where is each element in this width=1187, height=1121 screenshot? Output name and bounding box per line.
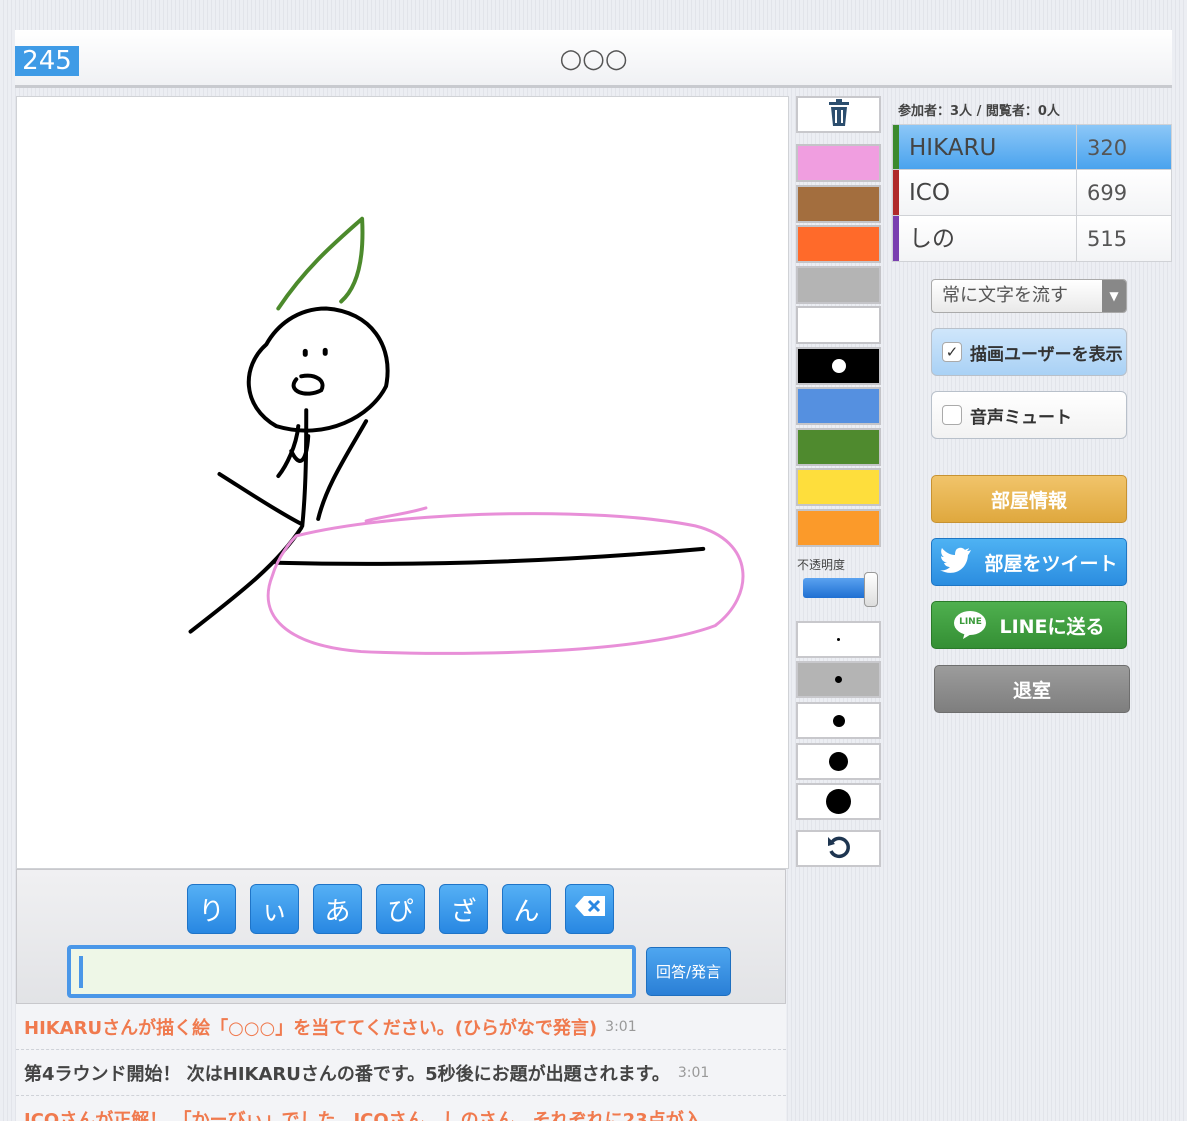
- mute-label: 音声ミュート: [970, 407, 1072, 428]
- scroll-mode-value: 常に文字を流す: [942, 285, 1068, 306]
- green-stroke: [276, 216, 365, 311]
- player-row: HIKARU 320: [892, 124, 1172, 170]
- color-swatch[interactable]: [796, 266, 881, 304]
- chat-message: ICOさんが正解！ 「かーびぃ」でした。ICOさん、しのさん、それぞれに23点が…: [16, 1096, 786, 1121]
- chat-time: 3:01: [677, 1064, 710, 1081]
- kana-key[interactable]: あ: [313, 884, 362, 934]
- pink-oval: [266, 506, 745, 655]
- topic-title: ○○○: [559, 44, 628, 74]
- backspace-button[interactable]: [565, 884, 614, 934]
- checkbox-icon: [942, 405, 962, 425]
- line-button[interactable]: LINE LINEに送る: [931, 601, 1127, 649]
- leg-stroke: [188, 525, 304, 634]
- answer-input[interactable]: [67, 945, 636, 998]
- room-info-label: 部屋情報: [990, 489, 1067, 512]
- selected-indicator-icon: [831, 359, 846, 373]
- line-label: LINEに送る: [999, 615, 1105, 638]
- line-logo-text: LINE: [959, 617, 982, 627]
- submit-button[interactable]: 回答/発言: [646, 947, 731, 996]
- chat-message: HIKARUさんが描く絵「○○○」を当ててください。(ひらがなで発言) 3:01: [16, 1004, 786, 1050]
- player-list: HIKARU 320 ICO 699 しの 515: [892, 124, 1172, 262]
- dot-icon: [835, 676, 842, 683]
- checkbox-checked-icon: ✓: [942, 342, 962, 362]
- player-name: しの: [899, 216, 1077, 261]
- leave-button[interactable]: 退室: [934, 665, 1130, 713]
- chat-time: 3:01: [605, 1018, 637, 1035]
- player-name: ICO: [899, 170, 1077, 215]
- player-name: HIKARU: [899, 125, 1077, 169]
- player-row: しの 515: [892, 216, 1172, 262]
- color-swatch[interactable]: [796, 428, 881, 466]
- tweet-button[interactable]: 部屋をツイート: [931, 538, 1127, 586]
- opacity-slider[interactable]: [803, 578, 873, 598]
- mouth-stroke: [291, 373, 325, 396]
- color-swatch[interactable]: [796, 144, 881, 182]
- chat-message: 第4ラウンド開始！ 次はHIKARUさんの番です。5秒後にお題が出題されます。 3…: [16, 1050, 786, 1096]
- room-info-button[interactable]: 部屋情報: [931, 475, 1127, 523]
- opacity-slider-handle[interactable]: [864, 572, 878, 607]
- body-stroke: [300, 408, 309, 528]
- chat-text: HIKARUさんが描く絵「○○○」を当ててください。(ひらがなで発言): [24, 1017, 598, 1039]
- backspace-icon: [574, 894, 606, 924]
- twitter-icon: [940, 547, 972, 578]
- chat-text: 第4ラウンド開始！ 次はHIKARUさんの番です。5秒後にお題が出題されます。: [24, 1063, 670, 1085]
- color-swatch[interactable]: [796, 306, 881, 344]
- show-drawer-label: 描画ユーザーを表示: [970, 344, 1123, 365]
- kana-key[interactable]: ざ: [439, 884, 488, 934]
- submit-label: 回答/発言: [655, 963, 722, 981]
- color-swatch[interactable]: [796, 347, 881, 385]
- brush-size-2[interactable]: [796, 661, 881, 698]
- kana-key[interactable]: ぴ: [376, 884, 425, 934]
- show-drawer-toggle[interactable]: ✓ 描画ユーザーを表示: [931, 328, 1127, 376]
- kana-key[interactable]: ん: [502, 884, 551, 934]
- brush-size-4[interactable]: [796, 743, 881, 780]
- trash-icon: [827, 98, 851, 131]
- opacity-label: 不透明度: [797, 558, 846, 572]
- drawing: [188, 216, 745, 655]
- drawing-canvas[interactable]: [16, 96, 789, 869]
- dot-icon: [832, 714, 845, 727]
- chat-text: ICOさんが正解！ 「かーびぃ」でした。ICOさん、しのさん、それぞれに23点が…: [24, 1109, 702, 1121]
- text-caret: [79, 956, 83, 988]
- player-row: ICO 699: [892, 170, 1172, 216]
- undo-button[interactable]: [796, 830, 881, 867]
- arm-right: [316, 419, 369, 521]
- brush-size-1[interactable]: [796, 621, 881, 658]
- color-swatch[interactable]: [796, 468, 881, 506]
- brush-size-3[interactable]: [796, 702, 881, 739]
- brush-size-5[interactable]: [796, 783, 881, 820]
- color-swatch[interactable]: [796, 225, 881, 263]
- dot-icon: [837, 638, 840, 641]
- dot-icon: [826, 789, 851, 814]
- participant-count: 参加者：3人 / 閲覧者：0人: [898, 104, 1060, 119]
- arm-left: [217, 472, 304, 526]
- line-icon: LINE: [953, 610, 987, 640]
- leave-label: 退室: [1012, 679, 1051, 702]
- mute-toggle[interactable]: 音声ミュート: [931, 391, 1127, 439]
- line-stroke: [274, 546, 706, 566]
- chat-log: HIKARUさんが描く絵「○○○」を当ててください。(ひらがなで発言) 3:01 第…: [16, 1004, 786, 1121]
- scroll-mode-select[interactable]: 常に文字を流す ▼: [931, 279, 1127, 313]
- color-swatch[interactable]: [796, 509, 881, 547]
- color-swatch[interactable]: [796, 387, 881, 425]
- undo-icon: [826, 834, 852, 864]
- chevron-down-icon: ▼: [1102, 280, 1126, 312]
- player-score: 515: [1087, 227, 1128, 251]
- head-stroke: [246, 306, 390, 433]
- player-score: 699: [1087, 181, 1128, 205]
- tweet-label: 部屋をツイート: [984, 552, 1118, 575]
- dot-icon: [829, 752, 848, 771]
- player-score: 320: [1087, 136, 1128, 160]
- kana-key[interactable]: ぃ: [250, 884, 299, 934]
- clear-button[interactable]: [796, 96, 881, 133]
- kana-key[interactable]: り: [187, 884, 236, 934]
- color-swatch[interactable]: [796, 185, 881, 223]
